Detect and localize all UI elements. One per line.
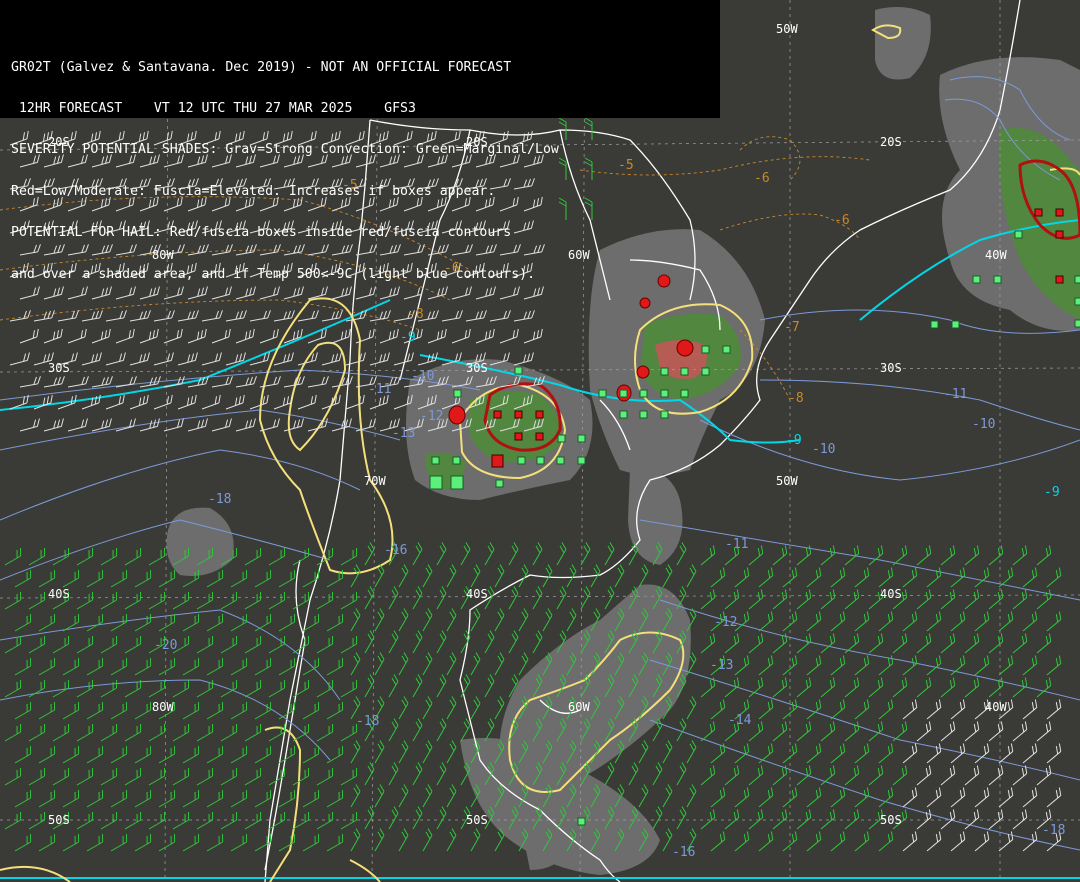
lon-label-70w: 70W (364, 474, 386, 488)
lat-label-30s: 30S (48, 361, 70, 375)
lon-label-50w: 50W (776, 22, 798, 36)
isotherm-label: -10 (972, 417, 995, 432)
lon-label-80w: 80W (152, 700, 174, 714)
lon-label-60w: 60W (568, 700, 590, 714)
isotherm-label: -6 (754, 171, 770, 186)
header-line-hail-2: and over a shaded area, and if Temp 500<… (11, 267, 536, 282)
isotherm-label: -18 (1042, 823, 1065, 838)
isotherm-label: -14 (728, 713, 752, 728)
isotherm-label: -10 (411, 369, 434, 384)
isotherm-label: -7 (784, 320, 800, 335)
isotherm-label: -8 (408, 307, 424, 322)
isotherm-label: -11 (725, 537, 748, 552)
header-line-valid-time: 12HR FORECAST VT 12 UTC THU 27 MAR 2025 … (11, 101, 416, 116)
isotherm-label: -6 (834, 213, 850, 228)
isotherm-label: -8 (788, 391, 804, 406)
isotherm-label: -9 (786, 433, 802, 448)
lat-label-50s: 50S (48, 813, 70, 827)
lon-label-40w: 40W (985, 700, 1007, 714)
lat-label-30s: 30S (466, 361, 488, 375)
lat-label-50s: 50S (880, 813, 902, 827)
isotherm-label: -13 (392, 426, 415, 441)
lon-label-40w: 40W (985, 248, 1007, 262)
isotherm-label: -18 (356, 714, 379, 729)
isotherm-label: -12 (420, 409, 443, 424)
lat-label-50s: 50S (466, 813, 488, 827)
isotherm-label: -20 (154, 638, 177, 653)
lon-label-50w: 50W (776, 474, 798, 488)
lat-label-40s: 40S (880, 587, 902, 601)
isotherm-label: -18 (208, 492, 231, 507)
isotherm-label: -11 (368, 382, 391, 397)
isotherm-label: -9 (1044, 485, 1060, 500)
lat-label-40s: 40S (48, 587, 70, 601)
isotherm-label: -16 (384, 543, 407, 558)
lat-label-30s: 30S (880, 361, 902, 375)
isotherm-label: -12 (714, 615, 737, 630)
lat-label-40s: 40S (466, 587, 488, 601)
forecast-header: GR02T (Galvez & Santavana. Dec 2019) - N… (0, 0, 720, 281)
isotherm-label: -13 (710, 658, 733, 673)
isotherm-label: -10 (812, 442, 835, 457)
isotherm-label: -9 (400, 330, 416, 345)
header-line-hail: POTENTIAL FOR HAIL: Red/fuscia boxes ins… (11, 226, 512, 240)
isotherm-label: -16 (672, 845, 695, 860)
isotherm-label: -11 (944, 387, 967, 402)
header-line-severity-2: Red=Low/Moderate: Fuscia=Elevated. Incre… (11, 184, 496, 199)
header-line-severity: SEVERITY POTENTIAL SHADES: Grav=Strong C… (11, 143, 559, 158)
lat-label-20s: 20S (880, 135, 902, 149)
header-line-title: GR02T (Galvez & Santavana. Dec 2019) - N… (11, 60, 512, 75)
